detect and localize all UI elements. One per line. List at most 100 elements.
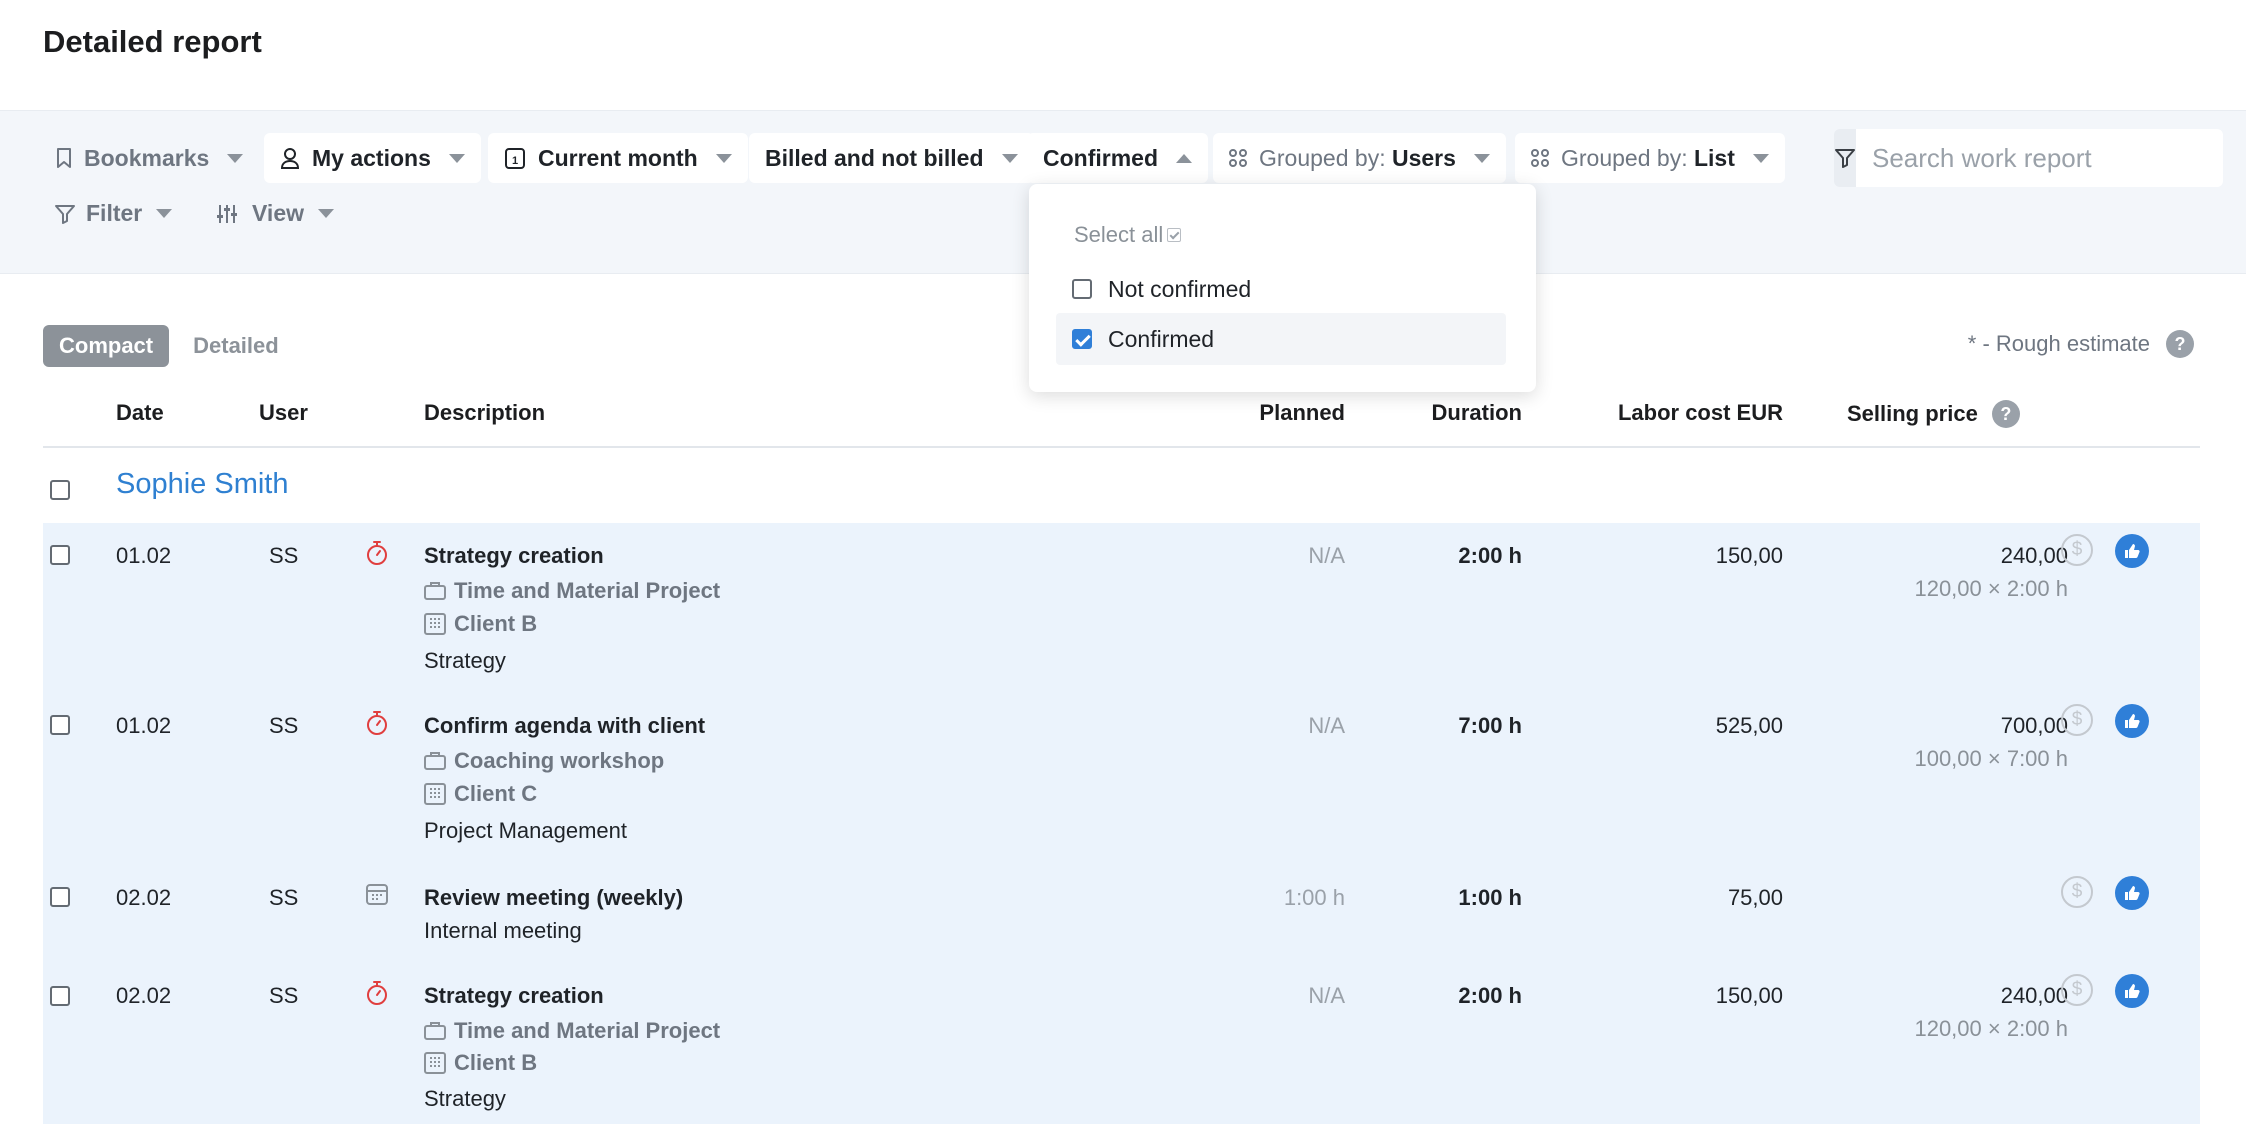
table-row[interactable]: 02.02 SS Strategy creation Time and Mate… bbox=[43, 960, 2200, 1124]
sliders-icon bbox=[217, 204, 237, 223]
row-checkbox[interactable] bbox=[50, 887, 70, 907]
group-by-list-prefix: Grouped by: bbox=[1561, 144, 1688, 171]
row-duration: 2:00 h bbox=[1458, 543, 1522, 568]
billed-dropdown[interactable]: Billed and not billed bbox=[749, 133, 1034, 183]
group-by-list-dropdown[interactable]: Grouped by: List bbox=[1515, 133, 1785, 183]
table-row[interactable]: 01.02 SS Confirm agenda with client Coac… bbox=[43, 693, 2200, 863]
row-planned: 1:00 h bbox=[1283, 885, 1345, 910]
row-activity: Internal meeting bbox=[424, 918, 582, 943]
chevron-up-icon bbox=[1176, 153, 1192, 163]
funnel-icon bbox=[1835, 149, 1855, 168]
stopwatch-icon bbox=[365, 710, 389, 741]
row-user: SS bbox=[269, 713, 299, 738]
column-description[interactable]: Description bbox=[424, 400, 545, 426]
view-label: View bbox=[252, 200, 304, 226]
group-user-link[interactable]: Sophie Smith bbox=[116, 468, 289, 501]
group-checkbox[interactable] bbox=[50, 480, 70, 500]
billable-dollar-icon[interactable]: $ bbox=[2061, 876, 2093, 908]
briefcase-icon bbox=[424, 1022, 446, 1040]
search-filter-button[interactable] bbox=[1834, 129, 1856, 187]
select-all-option[interactable]: Select all bbox=[1074, 222, 1182, 248]
row-selling-price: 240,00 bbox=[2000, 983, 2068, 1008]
table-row[interactable]: 02.02 SS Review meeting (weekly) Interna… bbox=[43, 863, 2200, 960]
column-duration[interactable]: Duration bbox=[1432, 400, 1522, 426]
view-toggle: Compact Detailed bbox=[43, 325, 295, 367]
row-price-formula: 120,00 × 2:00 h bbox=[1914, 576, 2068, 601]
option-not-confirmed[interactable]: Not confirmed bbox=[1056, 263, 1506, 315]
row-activity: Project Management bbox=[424, 818, 627, 843]
option-confirmed[interactable]: Confirmed bbox=[1056, 313, 1506, 365]
select-all-checkbox[interactable] bbox=[1167, 228, 1182, 242]
confirmed-checkbox[interactable] bbox=[1072, 329, 1092, 349]
row-checkbox[interactable] bbox=[50, 986, 70, 1006]
row-client: Client C bbox=[424, 781, 537, 807]
stopwatch-icon bbox=[365, 980, 389, 1011]
row-labor-cost: 525,00 bbox=[1715, 713, 1783, 738]
row-project: Coaching workshop bbox=[424, 748, 664, 774]
my-actions-label: My actions bbox=[312, 144, 431, 171]
billable-dollar-icon[interactable]: $ bbox=[2061, 974, 2093, 1006]
row-labor-cost: 150,00 bbox=[1715, 983, 1783, 1008]
my-actions-dropdown[interactable]: My actions bbox=[264, 133, 481, 183]
thumbs-up-icon[interactable] bbox=[2115, 876, 2149, 910]
row-planned: N/A bbox=[1308, 713, 1345, 738]
row-title[interactable]: Strategy creation bbox=[424, 543, 604, 569]
option-label: Not confirmed bbox=[1108, 275, 1252, 302]
row-date: 02.02 bbox=[116, 983, 172, 1008]
search-input[interactable] bbox=[1856, 129, 2223, 187]
row-labor-cost: 75,00 bbox=[1727, 885, 1783, 910]
table-row[interactable]: 01.02 SS Strategy creation Time and Mate… bbox=[43, 523, 2200, 693]
row-client: Client B bbox=[424, 1050, 537, 1076]
help-icon[interactable]: ? bbox=[2166, 330, 2194, 358]
help-icon[interactable]: ? bbox=[1991, 400, 2020, 428]
filter-button[interactable]: Filter bbox=[54, 200, 173, 227]
row-title[interactable]: Review meeting (weekly) bbox=[424, 885, 683, 911]
row-labor-cost: 150,00 bbox=[1715, 543, 1783, 568]
detailed-toggle[interactable]: Detailed bbox=[177, 325, 295, 367]
client-name: Client C bbox=[454, 781, 538, 806]
row-user: SS bbox=[269, 885, 299, 910]
project-name: Time and Material Project bbox=[454, 578, 721, 603]
row-user: SS bbox=[269, 983, 299, 1008]
rough-estimate-text: * - Rough estimate bbox=[1967, 331, 2150, 356]
rough-estimate-note: * - Rough estimate ? bbox=[1968, 330, 2194, 358]
column-user[interactable]: User bbox=[259, 400, 308, 426]
column-selling-price[interactable]: Selling price ? bbox=[1847, 400, 2020, 428]
row-title[interactable]: Strategy creation bbox=[424, 983, 604, 1009]
column-date[interactable]: Date bbox=[116, 400, 164, 426]
bookmarks-dropdown[interactable]: Bookmarks bbox=[40, 133, 259, 183]
row-checkbox[interactable] bbox=[50, 715, 70, 735]
row-checkbox[interactable] bbox=[50, 545, 70, 565]
compact-toggle[interactable]: Compact bbox=[43, 325, 170, 367]
row-planned: N/A bbox=[1308, 983, 1345, 1008]
row-duration: 1:00 h bbox=[1458, 885, 1522, 910]
row-date: 01.02 bbox=[116, 713, 172, 738]
row-duration: 7:00 h bbox=[1458, 713, 1522, 738]
thumbs-up-icon[interactable] bbox=[2115, 704, 2149, 738]
row-project: Time and Material Project bbox=[424, 578, 720, 604]
billable-dollar-icon[interactable]: $ bbox=[2061, 534, 2093, 566]
row-title[interactable]: Confirm agenda with client bbox=[424, 713, 705, 739]
group-by-users-dropdown[interactable]: Grouped by: Users bbox=[1213, 133, 1506, 183]
not-confirmed-checkbox[interactable] bbox=[1072, 279, 1092, 299]
confirmed-dropdown[interactable]: Confirmed bbox=[1027, 133, 1208, 183]
building-icon bbox=[424, 783, 446, 805]
billable-dollar-icon[interactable]: $ bbox=[2061, 704, 2093, 736]
row-project: Time and Material Project bbox=[424, 1018, 720, 1044]
current-month-dropdown[interactable]: 1 Current month bbox=[488, 133, 748, 183]
row-user: SS bbox=[269, 543, 299, 568]
select-all-label: Select all bbox=[1074, 222, 1164, 247]
confirmed-dropdown-menu: Select all Not confirmed Confirmed bbox=[1029, 184, 1536, 392]
row-price-formula: 120,00 × 2:00 h bbox=[1914, 1016, 2068, 1041]
thumbs-up-icon[interactable] bbox=[2115, 974, 2149, 1008]
billed-label: Billed and not billed bbox=[765, 144, 984, 171]
row-date: 02.02 bbox=[116, 885, 172, 910]
group-by-users-value: Users bbox=[1391, 144, 1456, 171]
user-icon bbox=[280, 147, 300, 169]
view-button[interactable]: View bbox=[216, 200, 334, 227]
column-planned[interactable]: Planned bbox=[1259, 400, 1345, 426]
column-labor-cost[interactable]: Labor cost EUR bbox=[1618, 400, 1783, 426]
row-date: 01.02 bbox=[116, 543, 172, 568]
thumbs-up-icon[interactable] bbox=[2115, 534, 2149, 568]
calendar-one-icon: 1 bbox=[504, 146, 526, 170]
